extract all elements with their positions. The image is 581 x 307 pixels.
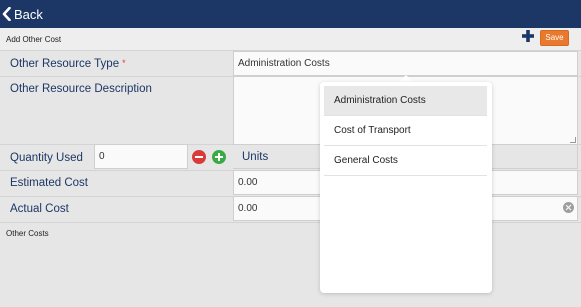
chevron-left-icon [2,7,11,21]
top-bar: Back [0,0,581,28]
back-label: Back [14,6,43,22]
actual-cost-label: Actual Cost [10,203,69,215]
minus-circle-icon[interactable] [192,150,206,164]
page-title: Add Other Cost [6,35,62,44]
dropdown-option-administration-costs[interactable]: Administration Costs [324,86,487,116]
dropdown-option-general-costs[interactable]: General Costs [324,146,487,176]
save-button[interactable]: Save [540,30,569,46]
plus-circle-icon[interactable] [212,150,226,164]
resource-type-select[interactable]: Administration Costs [233,51,578,76]
resource-description-label: Other Resource Description [10,83,152,95]
estimated-cost-label: Estimated Cost [10,177,88,189]
resource-type-dropdown: Administration Costs Cost of Transport G… [320,82,492,293]
quantity-input[interactable]: 0 [94,144,188,169]
other-costs-label: Other Costs [6,229,49,238]
back-button[interactable]: Back [2,5,43,23]
required-mark: * [122,58,126,68]
clear-circle-icon[interactable] [563,202,574,213]
resize-grip-icon[interactable] [570,137,576,143]
dropdown-option-cost-of-transport[interactable]: Cost of Transport [324,116,487,146]
other-costs-section [0,222,581,307]
quantity-label: Quantity Used [10,152,83,164]
sub-header: Add Other Cost [0,28,581,50]
resource-type-label: Other Resource Type * [10,58,126,70]
plus-icon[interactable] [521,29,535,43]
units-label: Units [242,151,269,163]
